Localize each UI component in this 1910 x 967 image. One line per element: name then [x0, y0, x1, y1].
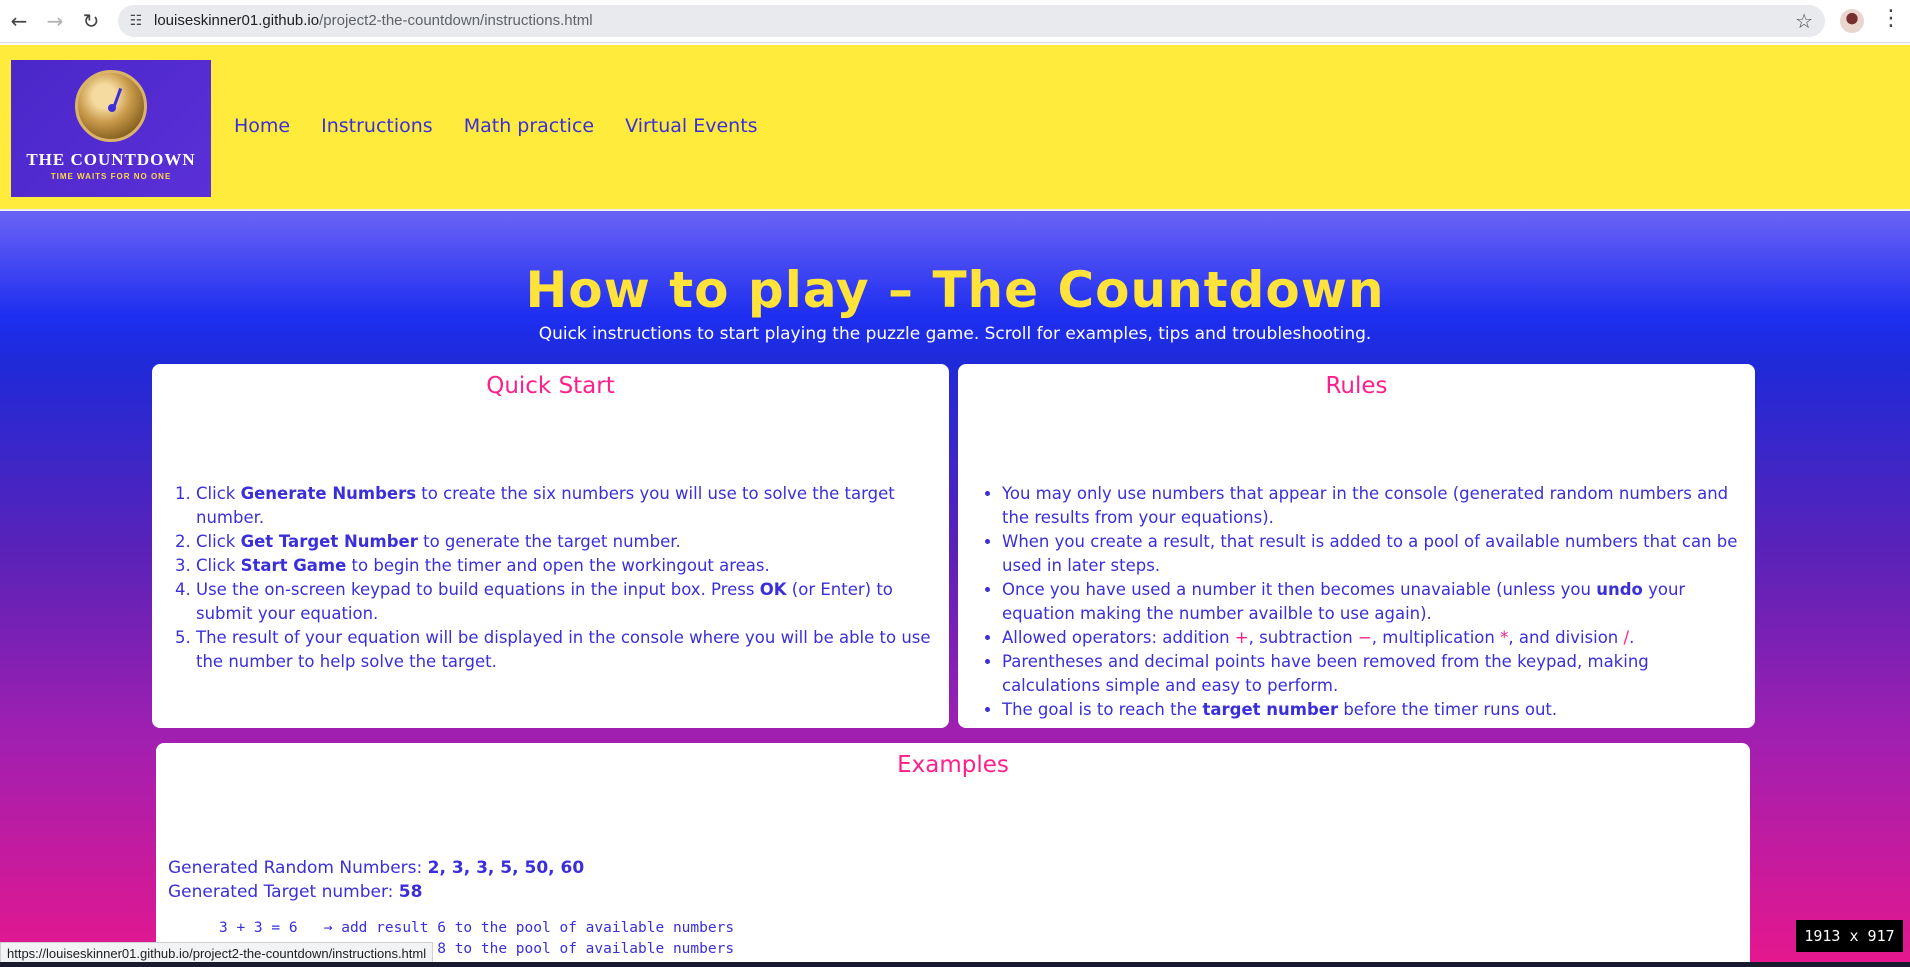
profile-avatar[interactable]	[1840, 9, 1864, 33]
random-numbers-line: Generated Random Numbers: 2, 3, 3, 5, 50…	[168, 858, 584, 878]
rule-item: The goal is to reach the target number b…	[1002, 698, 1742, 722]
bookmark-star-icon[interactable]: ☆	[1795, 9, 1813, 33]
quick-start-item: The result of your equation will be disp…	[196, 626, 936, 674]
rule-text: , subtraction	[1248, 628, 1358, 647]
rule-text: The goal is to reach the	[1002, 700, 1203, 719]
rule-bold: target number	[1202, 700, 1339, 719]
site-logo[interactable]: THE COUNTDOWN TIME WAITS FOR NO ONE	[11, 60, 211, 197]
rule-item: You may only use numbers that appear in …	[1002, 482, 1742, 530]
item-text: Click	[196, 556, 241, 575]
logo-subtitle: TIME WAITS FOR NO ONE	[50, 172, 172, 181]
page-title: How to play – The Countdown	[525, 261, 1385, 319]
quick-start-item: Click Get Target Number to generate the …	[196, 530, 936, 554]
nav-link-virtual-events[interactable]: Virtual Events	[625, 115, 757, 137]
rule-item: Allowed operators: addition +, subtracti…	[1002, 626, 1742, 650]
random-numbers-values: 2, 3, 3, 5, 50, 60	[427, 858, 585, 878]
main-content: How to play – The Countdown Quick instru…	[0, 211, 1910, 967]
rule-item: When you create a result, that result is…	[1002, 530, 1742, 578]
reload-icon[interactable]: ↻	[78, 8, 104, 34]
logo-title: THE COUNTDOWN	[26, 150, 196, 169]
dimensions-badge: 1913 x 917	[1796, 920, 1903, 952]
url-host: louiseskinner01.github.io	[154, 12, 320, 29]
rules-list: You may only use numbers that appear in …	[1002, 482, 1742, 722]
url-text[interactable]: louiseskinner01.github.io/project2-the-c…	[154, 12, 593, 29]
quick-start-item: Click Generate Numbers to create the six…	[196, 482, 936, 530]
examples-heading: Examples	[897, 752, 1009, 778]
quick-start-heading: Quick Start	[486, 373, 615, 399]
rule-text: before the timer runs out.	[1338, 700, 1558, 719]
clock-icon	[75, 70, 147, 142]
nav-link-math-practice[interactable]: Math practice	[464, 115, 594, 137]
operator-add: +	[1234, 628, 1249, 647]
operator-subtract: −	[1357, 628, 1372, 647]
nav-link-instructions[interactable]: Instructions	[321, 115, 433, 137]
site-header: THE COUNTDOWN TIME WAITS FOR NO ONE Home…	[0, 45, 1910, 211]
status-bar-url: https://louiseskinner01.github.io/projec…	[0, 942, 434, 964]
item-bold: OK	[759, 580, 787, 599]
bottom-edge	[0, 962, 1910, 967]
rules-heading: Rules	[1325, 373, 1388, 399]
rule-text: , and division	[1508, 628, 1624, 647]
page-subtitle: Quick instructions to start playing the …	[538, 324, 1372, 344]
rule-item: Once you have used a number it then beco…	[1002, 578, 1742, 626]
random-numbers-label: Generated Random Numbers:	[168, 858, 428, 878]
address-bar[interactable]: ☷ louiseskinner01.github.io/project2-the…	[118, 5, 1825, 37]
back-arrow-icon[interactable]: ←	[6, 8, 32, 34]
rule-text: Once you have used a number it then beco…	[1002, 580, 1597, 599]
quick-start-list: Click Generate Numbers to create the six…	[196, 482, 936, 674]
example-step: 3 + 3 = 6 → add result 6 to the pool of …	[219, 920, 735, 936]
quick-start-item: Use the on-screen keypad to build equati…	[196, 578, 936, 626]
item-text: to generate the target number.	[417, 532, 681, 551]
browser-toolbar: ← → ↻ ☷ louiseskinner01.github.io/projec…	[0, 0, 1910, 43]
item-text: The result of your equation will be disp…	[196, 628, 931, 671]
target-number-value: 58	[398, 882, 423, 902]
item-bold: Get Target Number	[240, 532, 418, 551]
rule-bold: undo	[1596, 580, 1643, 599]
item-text: Click	[196, 484, 241, 503]
target-number-label: Generated Target number:	[168, 882, 399, 902]
rule-text: , multiplication	[1371, 628, 1501, 647]
item-text: to begin the timer and open the workingo…	[346, 556, 770, 575]
rule-item: Parentheses and decimal points have been…	[1002, 650, 1742, 698]
quick-start-card: Quick Start Click Generate Numbers to cr…	[152, 364, 949, 728]
target-number-line: Generated Target number: 58	[168, 882, 422, 902]
item-text: Use the on-screen keypad to build equati…	[196, 580, 760, 599]
site-info-icon[interactable]: ☷	[126, 11, 146, 31]
item-text: Click	[196, 532, 241, 551]
menu-kebab-icon[interactable]: ⋮	[1880, 6, 1902, 31]
rule-text: .	[1629, 628, 1635, 647]
item-bold: Generate Numbers	[240, 484, 417, 503]
url-path: /project2-the-countdown/instructions.htm…	[319, 12, 593, 29]
examples-card: Examples Generated Random Numbers: 2, 3,…	[156, 743, 1750, 967]
forward-arrow-icon[interactable]: →	[42, 8, 68, 34]
rules-card: Rules You may only use numbers that appe…	[958, 364, 1755, 728]
quick-start-item: Click Start Game to begin the timer and …	[196, 554, 936, 578]
main-nav: Home Instructions Math practice Virtual …	[234, 115, 789, 137]
nav-link-home[interactable]: Home	[234, 115, 290, 137]
item-bold: Start Game	[240, 556, 347, 575]
rule-text: Allowed operators: addition	[1002, 628, 1235, 647]
